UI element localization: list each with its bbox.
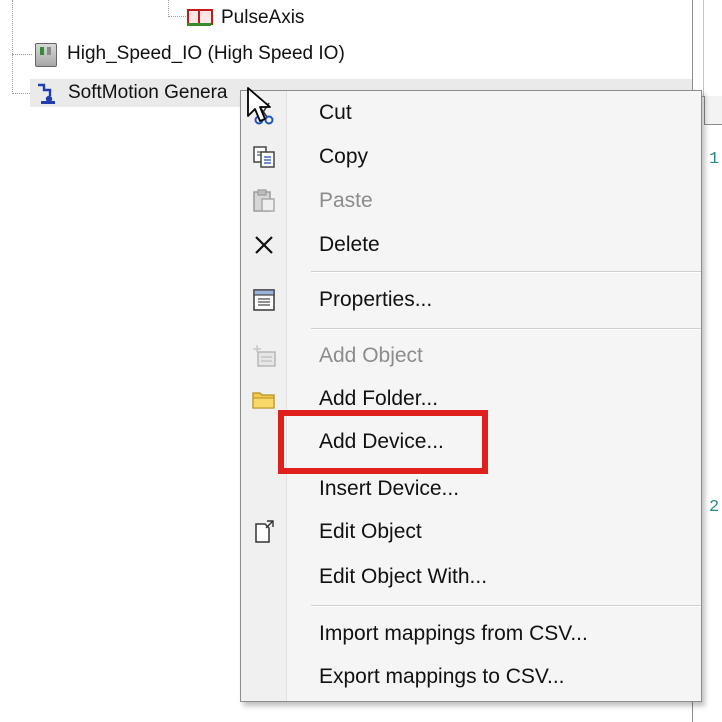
menu-item-label: Insert Device... (319, 477, 460, 500)
tree-node-label: SoftMotion Genera (68, 82, 228, 103)
tree-connector (168, 0, 169, 17)
tree-node-high-speed-io[interactable]: High_Speed_IO (High Speed IO) (33, 40, 345, 68)
screen: PulseAxis High_Speed_IO (High Speed IO) … (0, 0, 722, 722)
menu-item-properties[interactable]: Properties... (241, 280, 701, 320)
menu-item-edit-object[interactable]: Edit Object (241, 512, 701, 552)
tree-node-label: High_Speed_IO (High Speed IO) (67, 43, 345, 64)
high-speed-io-icon (33, 42, 59, 67)
menu-item-label: Import mappings from CSV... (319, 622, 588, 645)
menu-item-label: Paste (319, 189, 373, 212)
softmotion-icon (34, 81, 60, 105)
menu-item-add-object[interactable]: Add Object (241, 336, 701, 376)
editor-tab[interactable] (704, 96, 722, 125)
tree-connector (168, 16, 186, 17)
menu-item-delete[interactable]: Delete (241, 225, 701, 265)
menu-item-export-mappings[interactable]: Export mappings to CSV... (241, 657, 701, 697)
menu-item-label: Properties... (319, 288, 433, 311)
tree-node-label: PulseAxis (221, 7, 305, 28)
tree-connector (12, 0, 13, 94)
menu-item-edit-object-with[interactable]: Edit Object With... (241, 557, 701, 597)
highlight-box (278, 410, 488, 474)
line-number: 2 (709, 498, 720, 517)
tree-node-pulseaxis[interactable]: PulseAxis (187, 4, 304, 32)
menu-item-label: Edit Object (319, 520, 422, 543)
menu-item-paste[interactable]: Paste (241, 181, 701, 221)
menu-item-cut[interactable]: Cut (241, 93, 701, 133)
menu-item-label: Cut (319, 101, 352, 124)
edit-object-icon (251, 519, 277, 545)
menu-item-label: Edit Object With... (319, 565, 488, 588)
add-object-icon (251, 343, 277, 369)
menu-separator (311, 271, 701, 273)
panel-divider (703, 0, 704, 100)
delete-x-icon (251, 232, 277, 258)
menu-item-import-mappings[interactable]: Import mappings from CSV... (241, 614, 701, 654)
menu-item-label: Export mappings to CSV... (319, 665, 565, 688)
tree-connector (12, 54, 32, 55)
menu-item-label: Add Object (319, 344, 423, 367)
folder-icon (251, 386, 277, 412)
properties-icon (251, 287, 277, 313)
menu-item-insert-device[interactable]: Insert Device... (241, 469, 701, 509)
mouse-cursor-icon (246, 86, 276, 126)
context-menu: Cut Copy Paste Delete Properties... Add … (240, 90, 702, 702)
menu-item-label: Delete (319, 233, 380, 256)
copy-icon (251, 144, 277, 170)
pulse-axis-icon (187, 6, 213, 30)
menu-item-copy[interactable]: Copy (241, 137, 701, 177)
menu-separator (311, 328, 701, 330)
line-number: 1 (709, 150, 720, 169)
menu-separator (311, 605, 701, 607)
paste-icon (251, 188, 277, 214)
menu-item-label: Copy (319, 145, 369, 168)
menu-item-label: Add Folder... (319, 387, 439, 410)
